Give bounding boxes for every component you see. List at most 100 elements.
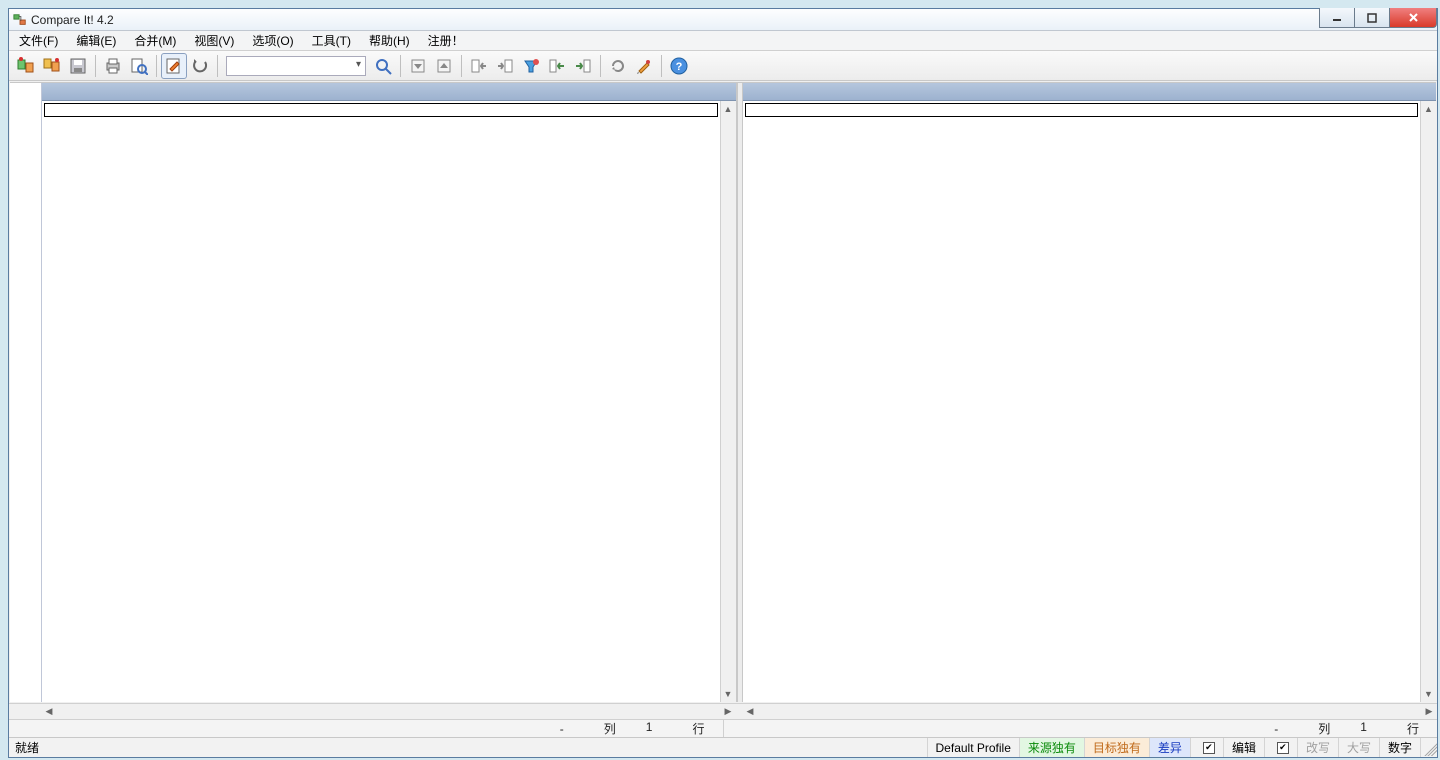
- status-rewrite: 改写: [1297, 738, 1338, 757]
- right-col-value: 1: [1360, 720, 1367, 737]
- refresh-button[interactable]: [605, 53, 631, 79]
- save-button[interactable]: [65, 53, 91, 79]
- svg-text:?: ?: [676, 61, 683, 73]
- maximize-icon: [1367, 13, 1377, 23]
- app-icon: [13, 13, 27, 27]
- merge-left-button[interactable]: [544, 53, 570, 79]
- checkbox-icon: ✔: [1277, 742, 1289, 754]
- left-row-label: 行: [692, 720, 704, 737]
- minimize-button[interactable]: [1319, 8, 1355, 28]
- scroll-left-icon[interactable]: ◀: [41, 704, 57, 719]
- copy-right-icon: [496, 57, 514, 75]
- left-pane: ▲ ▼: [42, 83, 737, 702]
- titlebar: Compare It! 4.2: [9, 9, 1437, 31]
- scroll-up-icon[interactable]: ▲: [721, 101, 736, 117]
- toolbar-separator: [600, 55, 601, 77]
- search-combo[interactable]: [226, 56, 366, 76]
- scroll-down-icon[interactable]: ▼: [1421, 686, 1436, 702]
- statusbar: 就绪 Default Profile 来源独有 目标独有 差异 ✔ 编辑 ✔ 改…: [9, 737, 1437, 757]
- close-button[interactable]: [1389, 8, 1437, 28]
- menu-file[interactable]: 文件(F): [15, 30, 62, 51]
- status-caps: 大写: [1338, 738, 1379, 757]
- right-position: - 列 1 行: [724, 720, 1438, 737]
- menu-options[interactable]: 选项(O): [248, 30, 297, 51]
- status-source-only[interactable]: 来源独有: [1019, 738, 1084, 757]
- status-diff-check[interactable]: ✔: [1190, 738, 1223, 757]
- scroll-right-icon[interactable]: ▶: [720, 704, 736, 719]
- toolbar-separator: [156, 55, 157, 77]
- merge-left-icon: [548, 57, 566, 75]
- undo-icon: [191, 57, 209, 75]
- merge-right-button[interactable]: [570, 53, 596, 79]
- status-diff[interactable]: 差异: [1149, 738, 1190, 757]
- menubar: 文件(F) 编辑(E) 合并(M) 视图(V) 选项(O) 工具(T) 帮助(H…: [9, 31, 1437, 51]
- scroll-right-icon[interactable]: ▶: [1421, 704, 1437, 719]
- hscroll-row: ◀ ▶ ◀ ▶: [9, 703, 1437, 719]
- right-dash: -: [1274, 722, 1278, 736]
- prev-diff-icon: [409, 57, 427, 75]
- resize-grip[interactable]: [1420, 738, 1437, 757]
- overview-gutter[interactable]: [10, 83, 42, 702]
- help-button[interactable]: ?: [666, 53, 692, 79]
- toolbar-separator: [400, 55, 401, 77]
- left-position: - 列 1 行: [9, 720, 724, 737]
- left-hscroll[interactable]: ◀ ▶: [41, 703, 736, 719]
- right-vscroll[interactable]: ▲ ▼: [1420, 101, 1436, 702]
- preview-icon: [130, 57, 148, 75]
- window-title: Compare It! 4.2: [31, 13, 114, 27]
- copy-left-button[interactable]: [466, 53, 492, 79]
- status-edit[interactable]: 编辑: [1223, 738, 1264, 757]
- scroll-down-icon[interactable]: ▼: [721, 686, 736, 702]
- left-line-1[interactable]: [44, 103, 718, 117]
- scroll-left-icon[interactable]: ◀: [742, 704, 758, 719]
- grip-icon: [1421, 740, 1437, 756]
- left-dash: -: [560, 722, 564, 736]
- right-pane-header[interactable]: [743, 83, 1437, 101]
- menu-register[interactable]: 注册！: [424, 30, 468, 51]
- main-window: Compare It! 4.2 文件(F) 编辑(E) 合并(M) 视图(V) …: [8, 8, 1438, 758]
- undo-button[interactable]: [187, 53, 213, 79]
- right-line-1[interactable]: [745, 103, 1419, 117]
- position-info-row: - 列 1 行 - 列 1 行: [9, 719, 1437, 737]
- print-icon: [104, 57, 122, 75]
- new-compare-button[interactable]: [13, 53, 39, 79]
- left-pane-header[interactable]: [42, 83, 736, 101]
- print-button[interactable]: [100, 53, 126, 79]
- prev-diff-button[interactable]: [405, 53, 431, 79]
- diff-filter-button[interactable]: [518, 53, 544, 79]
- status-edit-check[interactable]: ✔: [1264, 738, 1297, 757]
- toolbar-separator: [461, 55, 462, 77]
- right-pane-body[interactable]: [743, 101, 1421, 702]
- compare-content: ▲ ▼ ▲ ▼: [10, 82, 1436, 702]
- toolbar-separator: [661, 55, 662, 77]
- menu-merge[interactable]: 合并(M): [130, 30, 180, 51]
- close-icon: [1408, 12, 1419, 23]
- left-vscroll[interactable]: ▲ ▼: [720, 101, 736, 702]
- right-hscroll[interactable]: ◀ ▶: [742, 703, 1437, 719]
- copy-right-button[interactable]: [492, 53, 518, 79]
- maximize-button[interactable]: [1354, 8, 1390, 28]
- find-button[interactable]: [370, 53, 396, 79]
- pencil-icon: [165, 57, 183, 75]
- open-files-button[interactable]: [39, 53, 65, 79]
- toolbar-separator: [217, 55, 218, 77]
- options-icon: [635, 57, 653, 75]
- print-preview-button[interactable]: [126, 53, 152, 79]
- menu-edit[interactable]: 编辑(E): [72, 30, 120, 51]
- status-profile[interactable]: Default Profile: [927, 738, 1019, 757]
- left-pane-body[interactable]: [42, 101, 720, 702]
- menu-help[interactable]: 帮助(H): [365, 30, 414, 51]
- right-row-label: 行: [1407, 720, 1419, 737]
- edit-mode-button[interactable]: [161, 53, 187, 79]
- menu-view[interactable]: 视图(V): [190, 30, 238, 51]
- next-diff-button[interactable]: [431, 53, 457, 79]
- options-button[interactable]: [631, 53, 657, 79]
- new-compare-icon: [16, 56, 36, 76]
- status-ready: 就绪: [9, 739, 39, 756]
- status-target-only[interactable]: 目标独有: [1084, 738, 1149, 757]
- open-files-icon: [42, 56, 62, 76]
- refresh-icon: [609, 57, 627, 75]
- menu-tools[interactable]: 工具(T): [308, 30, 355, 51]
- filter-icon: [522, 57, 540, 75]
- scroll-up-icon[interactable]: ▲: [1421, 101, 1436, 117]
